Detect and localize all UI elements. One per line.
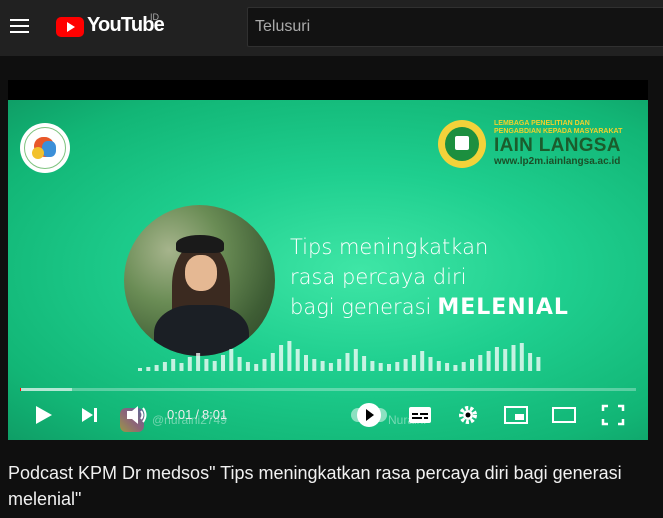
waveform-bar <box>428 357 433 371</box>
waveform-bar <box>362 356 367 371</box>
waveform-bar <box>154 365 159 371</box>
waveform-bar <box>461 362 466 371</box>
waveform-bar <box>212 361 217 371</box>
waveform-bar <box>229 349 234 371</box>
waveform-bar <box>436 361 441 371</box>
waveform-bar <box>138 368 142 371</box>
waveform-bar <box>146 367 151 371</box>
waveform-bar <box>287 341 292 371</box>
buffer-bar <box>20 388 73 391</box>
waveform-bar <box>204 359 209 371</box>
search-input[interactable] <box>248 8 663 46</box>
waveform-bar <box>420 351 425 371</box>
waveform-bar <box>328 363 333 371</box>
waveform-bar <box>370 361 375 371</box>
waveform-bar <box>486 351 491 371</box>
region-code: ID <box>150 12 159 22</box>
search-box[interactable] <box>247 7 663 47</box>
waveform-bar <box>378 363 383 371</box>
waveform-bar <box>511 345 516 371</box>
waveform-bar <box>270 353 275 371</box>
subtitles-icon[interactable] <box>406 400 434 430</box>
miniplayer-icon[interactable] <box>502 400 530 430</box>
waveform-bar <box>304 355 308 371</box>
time-display: 0:01/8:01 <box>167 407 227 422</box>
play-icon[interactable] <box>32 400 56 430</box>
waveform-bar <box>478 355 483 371</box>
waveform-bar <box>237 357 242 371</box>
waveform-bar <box>320 361 325 371</box>
waveform-bar <box>403 359 408 371</box>
waveform-bar <box>494 347 499 371</box>
fullscreen-icon[interactable] <box>600 400 626 430</box>
volume-icon[interactable] <box>124 400 150 430</box>
autoplay-knob <box>357 403 381 427</box>
waveform-bar <box>295 349 300 371</box>
waveform-bar <box>245 362 250 371</box>
waveform-bar <box>445 363 450 371</box>
waveform-bar <box>279 345 284 371</box>
waveform-bar <box>503 349 508 371</box>
waveform-bar <box>536 357 541 371</box>
autoplay-toggle[interactable] <box>351 403 387 427</box>
waveform-bar <box>387 364 391 371</box>
waveform-bar <box>171 359 176 371</box>
waveform-bar <box>221 355 225 371</box>
waveform-bar <box>337 359 342 371</box>
waveform-bar <box>519 343 524 371</box>
waveform-bar <box>345 353 350 371</box>
waveform-bar <box>262 359 267 371</box>
video-player[interactable]: LEMBAGA PENELITIAN DAN PENGABDIAN KEPADA… <box>8 80 648 440</box>
waveform-bar <box>254 364 259 371</box>
waveform-bar <box>411 355 416 371</box>
duration: 8:01 <box>201 407 228 422</box>
waveform-bar <box>179 363 184 371</box>
waveform-bar <box>312 359 317 371</box>
time-separator: / <box>195 407 199 422</box>
audio-waveform <box>138 341 541 371</box>
waveform-bar <box>395 362 400 371</box>
waveform-bar <box>470 359 474 371</box>
theater-icon[interactable] <box>550 400 578 430</box>
progress-bar[interactable] <box>20 388 636 391</box>
video-title: Podcast KPM Dr medsos" Tips meningkatkan… <box>8 463 622 509</box>
waveform-bar <box>187 357 192 371</box>
waveform-bar <box>162 362 167 371</box>
progress-fill <box>20 388 22 391</box>
waveform-bar <box>196 353 201 371</box>
waveform-bar <box>453 365 458 371</box>
youtube-play-icon <box>56 17 84 37</box>
current-time: 0:01 <box>167 407 193 422</box>
settings-icon[interactable] <box>455 400 481 430</box>
menu-icon[interactable] <box>10 16 30 36</box>
next-icon[interactable] <box>78 400 102 430</box>
masthead: YouTube ID <box>0 0 663 56</box>
waveform-bar <box>528 353 533 371</box>
waveform-bar <box>353 349 358 371</box>
